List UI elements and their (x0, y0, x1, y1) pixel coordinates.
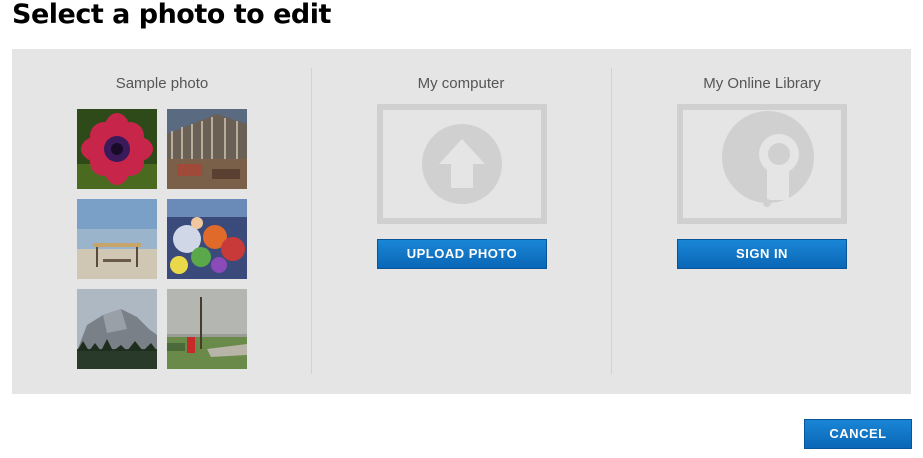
countryside-photo (167, 289, 247, 369)
my-computer-title: My computer (417, 75, 505, 92)
sample-thumb-beach[interactable] (77, 199, 157, 279)
flower-photo (77, 109, 157, 189)
sample-thumb-mountain[interactable] (77, 289, 157, 369)
sample-thumb-parade[interactable] (167, 199, 247, 279)
sample-thumb-flower[interactable] (77, 109, 157, 189)
beach-photo (77, 199, 157, 279)
column-divider (311, 68, 312, 374)
sample-thumb-countryside[interactable] (167, 289, 247, 369)
upload-photo-button[interactable]: UPLOAD PHOTO (377, 239, 547, 269)
library-placeholder-frame (677, 104, 847, 224)
sign-in-button[interactable]: SIGN IN (677, 239, 847, 269)
upload-arrow-icon (422, 124, 502, 204)
online-library-title: My Online Library (703, 75, 821, 92)
cancel-button[interactable]: CANCEL (804, 419, 912, 449)
mountain-photo (77, 289, 157, 369)
parade-photo (167, 199, 247, 279)
speech-bubble-icon (722, 111, 814, 207)
sample-thumb-barn[interactable] (167, 109, 247, 189)
sample-photo-title: Sample photo (115, 75, 209, 92)
photo-source-panel: Sample photo My computer UPLOAD PHOTO My… (12, 49, 911, 394)
upload-placeholder-frame (377, 104, 547, 224)
page-title: Select a photo to edit (12, 0, 331, 30)
barn-photo (167, 109, 247, 189)
column-divider (611, 68, 612, 374)
